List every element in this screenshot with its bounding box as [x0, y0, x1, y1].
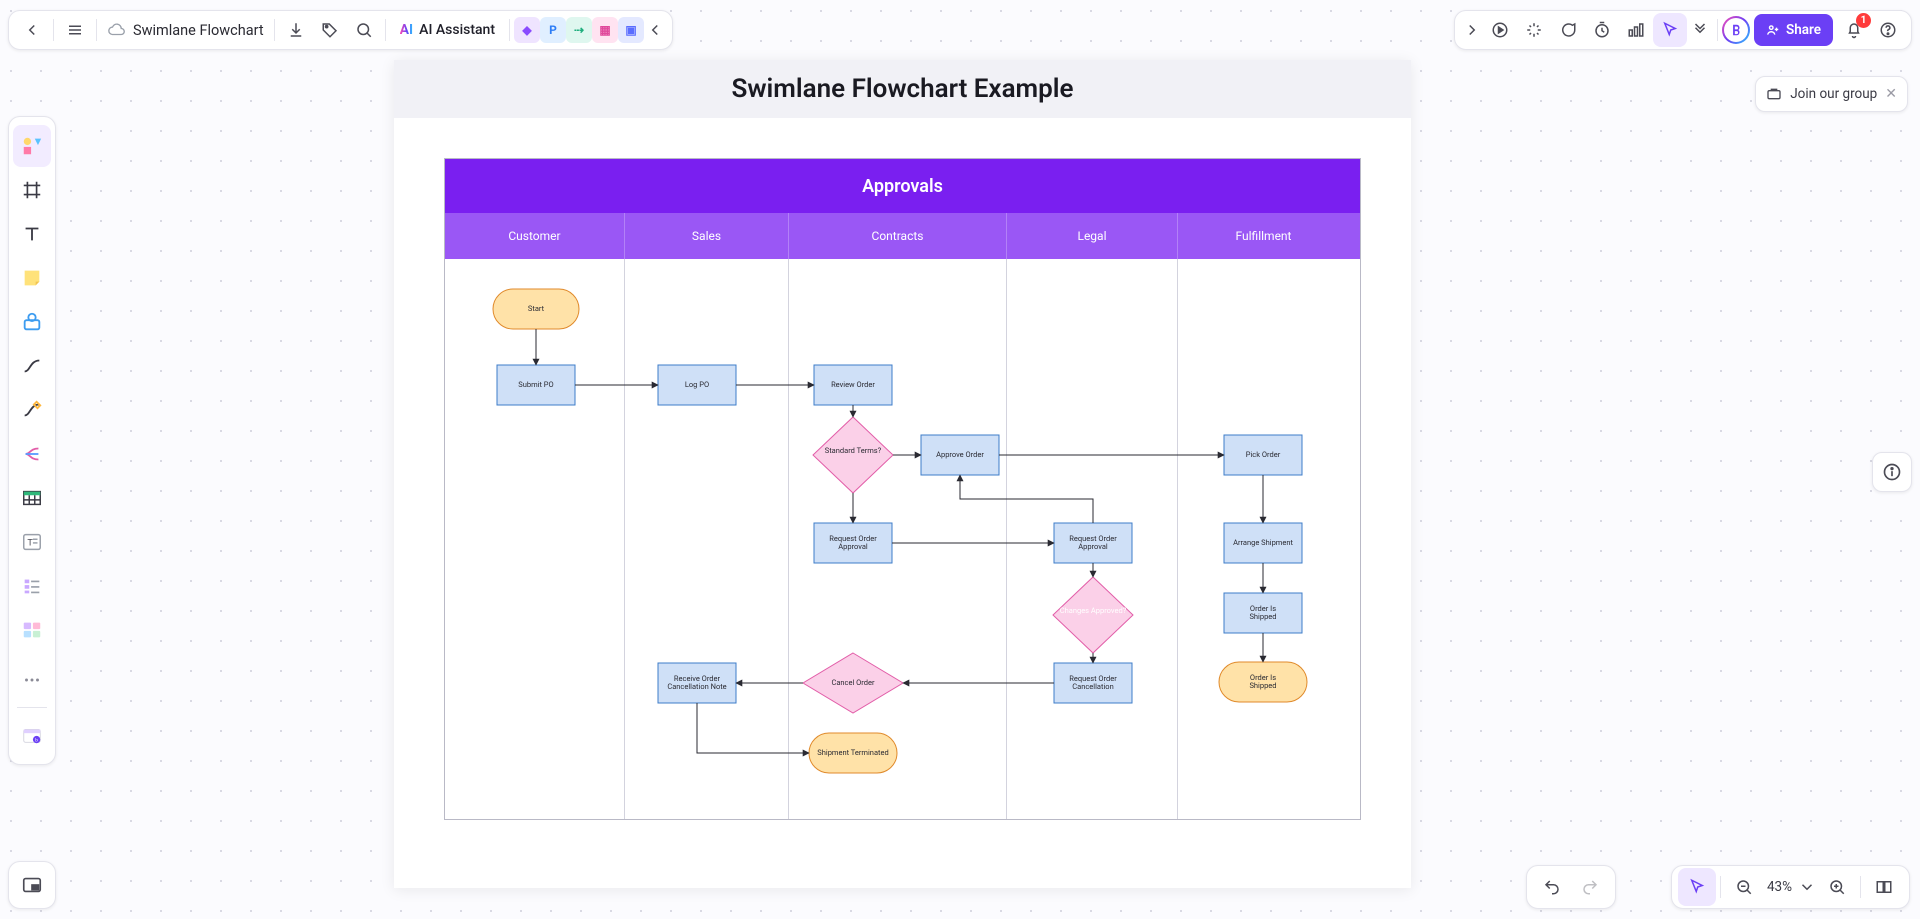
brand-logo[interactable]: [1722, 16, 1750, 44]
tool-sticky[interactable]: [13, 257, 51, 299]
document-title[interactable]: Swimlane Flowchart: [101, 21, 270, 39]
tool-list[interactable]: [13, 565, 51, 607]
plugin-connector[interactable]: ⇢: [566, 17, 592, 43]
sparkle-button[interactable]: [1517, 13, 1551, 47]
notifications-button[interactable]: 1: [1837, 13, 1871, 47]
tag-button[interactable]: [313, 13, 347, 47]
tool-mindmap[interactable]: [13, 433, 51, 475]
document-page[interactable]: Swimlane Flowchart Example Approvals Cus…: [394, 60, 1411, 888]
join-group-chip[interactable]: Join our group ✕: [1755, 76, 1908, 112]
cloud-icon: [107, 21, 125, 39]
col-sales[interactable]: Sales: [625, 213, 789, 259]
join-group-text: Join our group: [1790, 86, 1877, 102]
swimlane-column-headers: Customer Sales Contracts Legal Fulfillme…: [445, 213, 1360, 259]
group-icon: [1766, 86, 1782, 102]
tool-more[interactable]: [13, 659, 51, 701]
swimlane-container[interactable]: Approvals Customer Sales Contracts Legal…: [444, 158, 1361, 820]
share-button[interactable]: Share: [1754, 14, 1833, 46]
tool-pen[interactable]: [13, 389, 51, 431]
col-contracts[interactable]: Contracts: [789, 213, 1007, 259]
comment-button[interactable]: [1551, 13, 1585, 47]
tool-text-block[interactable]: T: [13, 521, 51, 563]
topbar-left: Swimlane Flowchart AI AI Assistant ◆ P ⇢…: [8, 10, 673, 50]
tool-table[interactable]: [13, 477, 51, 519]
panel-expand[interactable]: [1461, 13, 1483, 47]
svg-text:T: T: [27, 539, 33, 549]
left-toolbar: T b: [8, 116, 56, 765]
pages-button[interactable]: [1865, 868, 1903, 906]
share-label: Share: [1786, 22, 1821, 38]
notification-badge: 1: [1856, 13, 1871, 28]
undo-button[interactable]: [1533, 868, 1571, 906]
plugin-comment[interactable]: ▣: [618, 17, 644, 43]
cursor-mode-button[interactable]: [1653, 13, 1687, 47]
dashboard-button[interactable]: [1619, 13, 1653, 47]
download-button[interactable]: [279, 13, 313, 47]
more-button[interactable]: [1687, 13, 1713, 47]
col-customer[interactable]: Customer: [445, 213, 625, 259]
swimlane-body[interactable]: [445, 259, 1360, 819]
plugin-collapse[interactable]: [644, 13, 666, 47]
ai-icon: AI: [400, 22, 414, 38]
select-mode-button[interactable]: [1678, 868, 1716, 906]
page-title: Swimlane Flowchart Example: [394, 60, 1411, 118]
minimap-button[interactable]: [8, 861, 56, 909]
plugin-p[interactable]: P: [540, 17, 566, 43]
tool-templates[interactable]: b: [13, 714, 51, 756]
redo-button[interactable]: [1571, 868, 1609, 906]
view-cluster: 43%: [1671, 865, 1910, 909]
swimlane-title[interactable]: Approvals: [445, 159, 1360, 213]
svg-text:b: b: [35, 737, 38, 743]
document-title-text: Swimlane Flowchart: [133, 22, 264, 39]
ai-label: AI Assistant: [419, 22, 495, 38]
tool-connector[interactable]: [13, 345, 51, 387]
tool-frame[interactable]: [13, 169, 51, 211]
ai-assistant-button[interactable]: AI AI Assistant: [390, 13, 505, 47]
plugin-e[interactable]: ▦: [592, 17, 618, 43]
close-icon[interactable]: ✕: [1885, 87, 1897, 101]
zoom-menu-button[interactable]: [1796, 868, 1818, 906]
search-button[interactable]: [347, 13, 381, 47]
timer-button[interactable]: [1585, 13, 1619, 47]
zoom-out-button[interactable]: [1725, 868, 1763, 906]
help-button[interactable]: [1871, 13, 1905, 47]
zoom-in-button[interactable]: [1818, 868, 1856, 906]
topbar-right: Share 1: [1454, 10, 1912, 50]
col-legal[interactable]: Legal: [1007, 213, 1178, 259]
back-button[interactable]: [15, 13, 49, 47]
menu-button[interactable]: [58, 13, 92, 47]
tool-card-grid[interactable]: [13, 609, 51, 651]
history-cluster: [1526, 865, 1616, 909]
tool-basic-shape[interactable]: [13, 301, 51, 343]
tool-shapes[interactable]: [13, 125, 51, 167]
zoom-value[interactable]: 43%: [1763, 879, 1796, 895]
plugin-user[interactable]: ◆: [514, 17, 540, 43]
info-button[interactable]: [1872, 452, 1912, 492]
col-fulfillment[interactable]: Fulfillment: [1178, 213, 1349, 259]
tool-text[interactable]: [13, 213, 51, 255]
share-icon: [1766, 23, 1780, 37]
present-button[interactable]: [1483, 13, 1517, 47]
